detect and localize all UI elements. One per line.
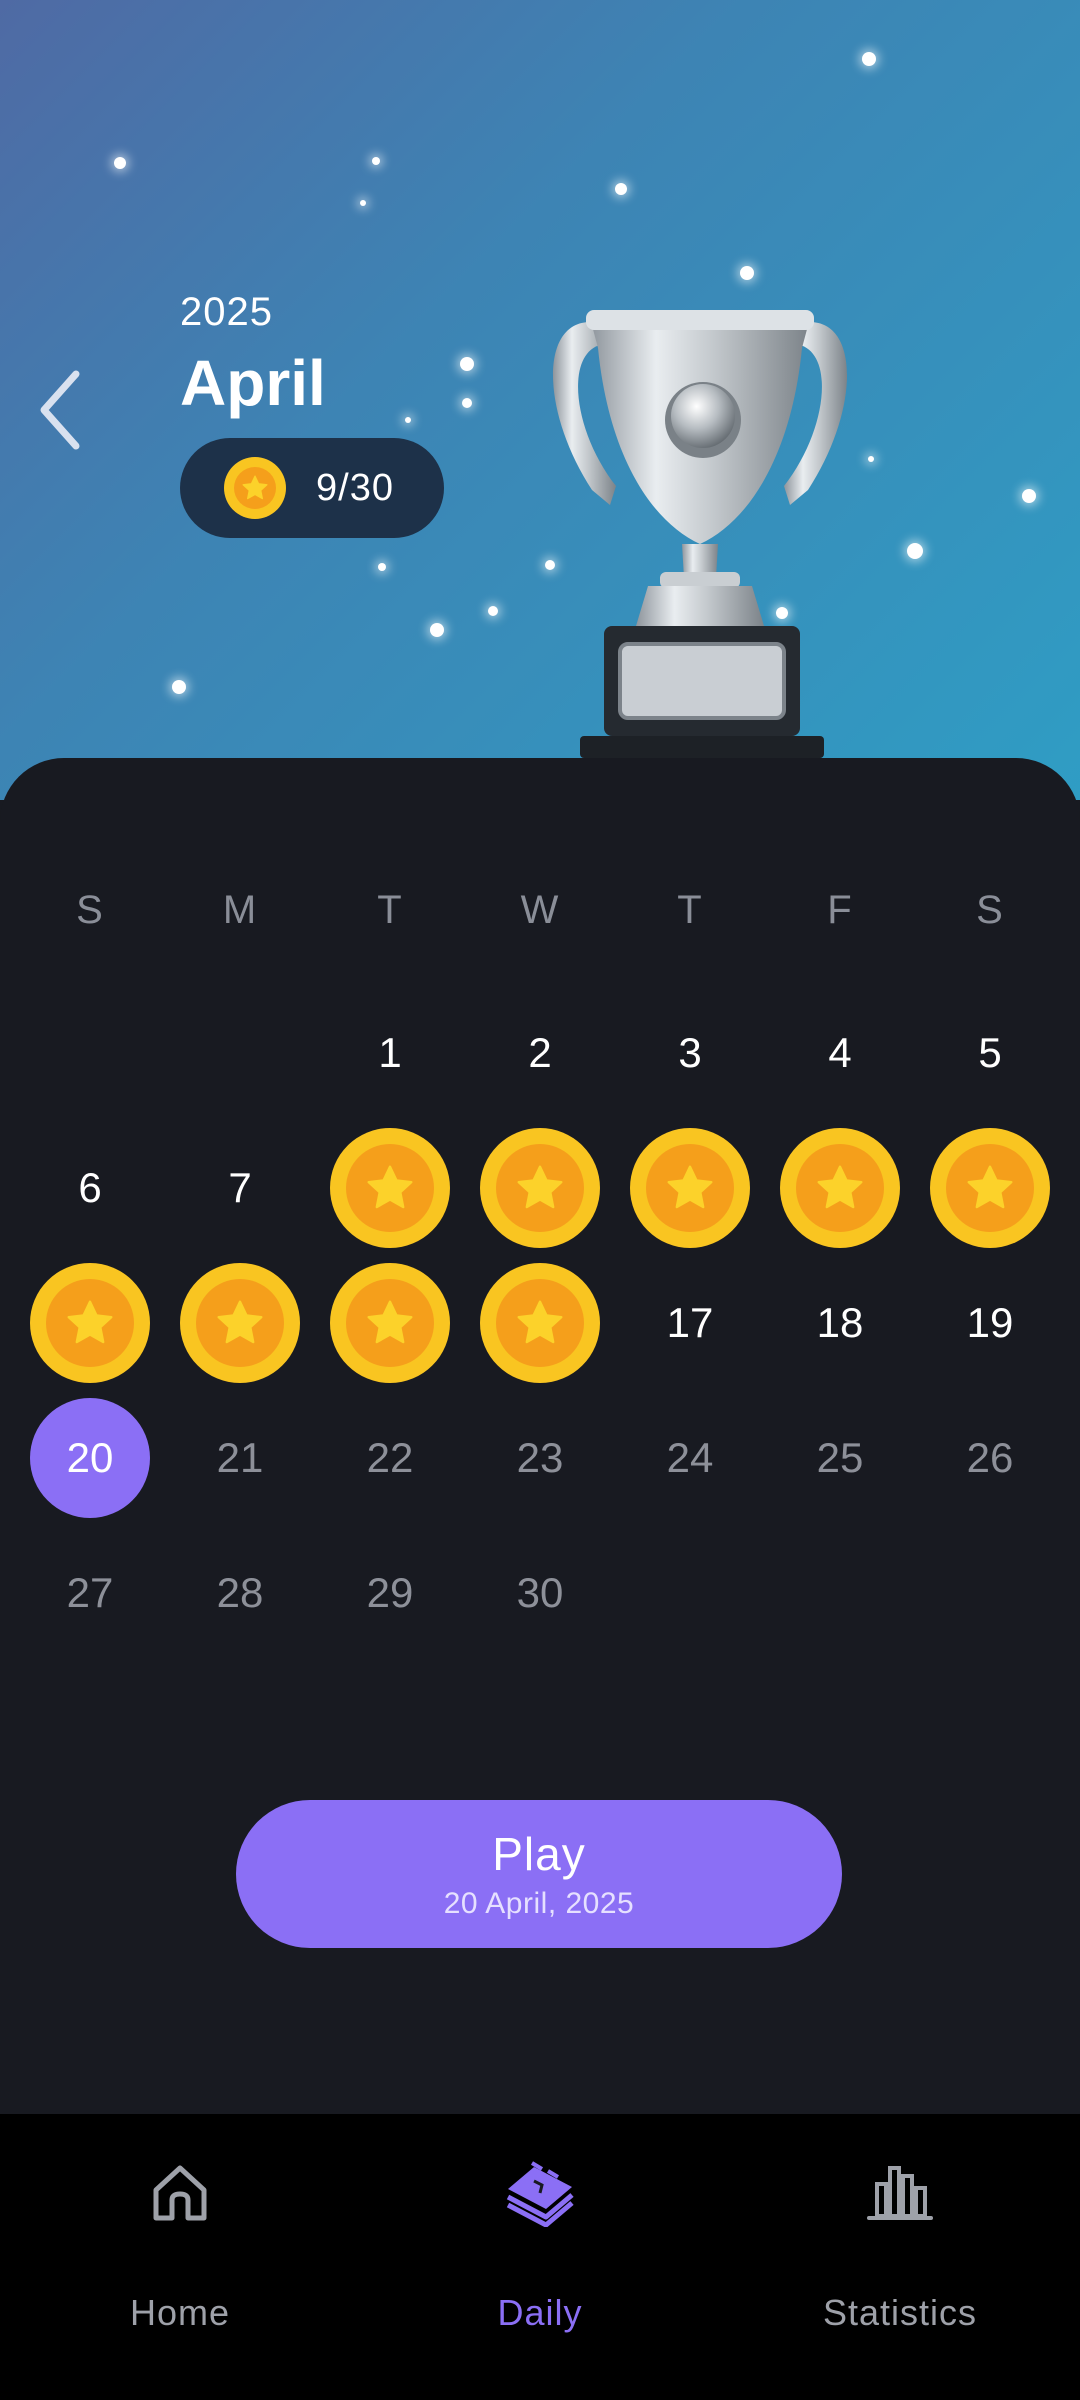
bar-chart-icon [867,2166,933,2220]
coin-icon [346,1144,434,1232]
calendar-day-locked[interactable]: 30 [480,1533,600,1653]
play-button[interactable]: Play 20 April, 2025 [236,1800,842,1948]
weekday-label: M [222,888,258,932]
calendar-day-completed[interactable] [480,1128,600,1248]
coin-icon [646,1144,734,1232]
coin-icon [496,1144,584,1232]
sparkle [907,543,923,559]
sparkle [114,157,126,169]
calendar-day-locked[interactable]: 25 [780,1398,900,1518]
star-icon [367,1300,413,1344]
star-icon [217,1300,263,1344]
nav-home-label: Home [129,2292,231,2333]
home-icon [153,2165,207,2221]
nav-statistics[interactable]: Statistics [720,2114,1080,2400]
sparkle [462,398,472,408]
weekday-label: S [76,888,104,932]
star-icon [817,1165,863,1209]
play-label: Play [492,1828,586,1880]
calendar-day-completed[interactable] [330,1263,450,1383]
calendar-day-completed[interactable] [480,1263,600,1383]
header-banner: 2025 April 9/30 [0,0,1080,800]
coin-icon [196,1279,284,1367]
star-icon [667,1165,713,1209]
calendar-day[interactable]: 17 [630,1263,750,1383]
coin-icon [224,457,286,519]
calendar-day[interactable]: 3 [630,993,750,1113]
coin-icon [346,1279,434,1367]
calendar-day[interactable]: 6 [30,1128,150,1248]
calendar-day[interactable]: 18 [780,1263,900,1383]
star-icon [242,475,268,500]
calendar-day[interactable]: 7 [180,1128,300,1248]
chevron-left-icon [40,370,80,450]
sparkle [488,606,498,616]
progress-badge: 9/30 [180,438,444,538]
sparkle [405,417,411,423]
nav-home[interactable]: Home [0,2114,360,2400]
sparkle [172,680,186,694]
calendar-day-locked[interactable]: 28 [180,1533,300,1653]
bottom-nav: Home Daily Statistics [0,2114,1080,2400]
calendar-day[interactable]: 4 [780,993,900,1113]
star-icon [367,1165,413,1209]
sparkle [862,52,876,66]
calendar-day-completed[interactable] [330,1128,450,1248]
weekday-label: T [377,888,403,932]
calendar-day[interactable]: 5 [930,993,1050,1113]
coin-icon [496,1279,584,1367]
calendar-day-completed[interactable] [30,1263,150,1383]
calendar-day-completed[interactable] [630,1128,750,1248]
calendar-day[interactable]: 1 [330,993,450,1113]
calendar-day-locked[interactable]: 21 [180,1398,300,1518]
calendar-day-locked[interactable]: 29 [330,1533,450,1653]
trophy-icon [553,310,847,758]
sparkle [360,200,366,206]
nav-daily[interactable]: Daily [360,2114,720,2400]
sparkle [460,357,474,371]
star-icon [517,1165,563,1209]
calendar-day-locked[interactable]: 26 [930,1398,1050,1518]
sparkle [372,157,380,165]
month-title: April [180,347,326,419]
coin-icon [46,1279,134,1367]
sparkle [378,563,386,571]
star-icon [67,1300,113,1344]
daily-challenge-screen: 2025 April 9/30 S M T W T F S 1 2 3 4 5 … [0,0,1080,2400]
calendar-day-completed[interactable] [180,1263,300,1383]
coin-icon [946,1144,1034,1232]
back-button[interactable] [24,360,96,460]
star-icon [517,1300,563,1344]
calendar-day-locked[interactable]: 22 [330,1398,450,1518]
sparkle [1022,489,1036,503]
calendar-day-selected[interactable]: 20 [30,1398,150,1518]
calendar-day[interactable]: 2 [480,993,600,1113]
calendar-day-locked[interactable]: 24 [630,1398,750,1518]
daily-calendar-icon [506,2161,574,2227]
progress-count: 9/30 [316,466,394,509]
calendar-day-locked[interactable]: 27 [30,1533,150,1653]
star-icon [967,1165,1013,1209]
nav-daily-label: Daily [497,2292,583,2333]
nav-statistics-label: Statistics [822,2292,978,2333]
calendar-day-completed[interactable] [780,1128,900,1248]
weekday-label: F [827,888,853,932]
sparkle [740,266,754,280]
weekday-label: S [976,888,1004,932]
weekday-label: W [520,888,560,932]
weekday-label: T [677,888,703,932]
sparkle [615,183,627,195]
calendar-day[interactable]: 19 [930,1263,1050,1383]
play-date: 20 April, 2025 [443,1887,635,1920]
calendar-day-completed[interactable] [930,1128,1050,1248]
coin-icon [796,1144,884,1232]
calendar-day-locked[interactable]: 23 [480,1398,600,1518]
year-label: 2025 [180,290,273,334]
sparkle [430,623,444,637]
